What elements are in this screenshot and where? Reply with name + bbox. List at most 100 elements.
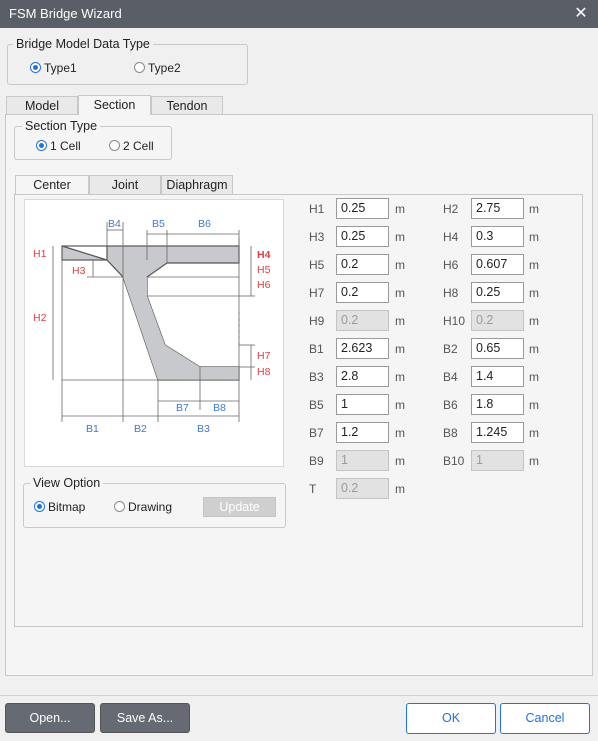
dim-label-h6: H6 bbox=[257, 279, 271, 291]
one-cell-radio[interactable]: 1 Cell bbox=[36, 139, 81, 153]
dim-label-b7: B7 bbox=[176, 402, 189, 414]
param-unit-h4: m bbox=[529, 230, 539, 244]
param-unit-h9: m bbox=[395, 314, 405, 328]
param-input-h9: 0.2 bbox=[336, 310, 389, 331]
param-unit-h7: m bbox=[395, 286, 405, 300]
dim-label-b6: B6 bbox=[198, 218, 211, 230]
param-unit-h5: m bbox=[395, 258, 405, 272]
param-input-b8[interactable]: 1.245 bbox=[471, 422, 524, 443]
tab-section[interactable]: Section bbox=[78, 95, 151, 115]
type1-radio[interactable]: Type1 bbox=[30, 61, 77, 75]
param-unit-b5: m bbox=[395, 398, 405, 412]
subtab-joint-label: Joint bbox=[111, 178, 139, 192]
title-bar: FSM Bridge Wizard ✕ bbox=[0, 0, 598, 28]
type2-label: Type2 bbox=[148, 61, 181, 75]
param-label-h7: H7 bbox=[309, 286, 325, 300]
param-unit-h8: m bbox=[529, 286, 539, 300]
dim-label-b3: B3 bbox=[197, 423, 210, 435]
dim-label-b2: B2 bbox=[134, 423, 147, 435]
param-label-b7: B7 bbox=[309, 426, 324, 440]
save-as-button[interactable]: Save As... bbox=[100, 703, 190, 733]
param-input-b7[interactable]: 1.2 bbox=[336, 422, 389, 443]
param-unit-h10: m bbox=[529, 314, 539, 328]
param-label-t: T bbox=[309, 482, 317, 496]
bitmap-radio[interactable]: Bitmap bbox=[34, 500, 85, 514]
param-label-h2: H2 bbox=[443, 202, 459, 216]
param-input-b1[interactable]: 2.623 bbox=[336, 338, 389, 359]
param-input-h10: 0.2 bbox=[471, 310, 524, 331]
param-input-b3[interactable]: 2.8 bbox=[336, 366, 389, 387]
param-label-b6: B6 bbox=[443, 398, 458, 412]
param-input-h2[interactable]: 2.75 bbox=[471, 198, 524, 219]
radio-selected-icon bbox=[36, 140, 47, 151]
drawing-radio[interactable]: Drawing bbox=[114, 500, 172, 514]
radio-selected-icon bbox=[30, 62, 41, 73]
param-label-h4: H4 bbox=[443, 230, 459, 244]
param-input-h5[interactable]: 0.2 bbox=[336, 254, 389, 275]
two-cell-label: 2 Cell bbox=[123, 139, 154, 153]
cancel-button[interactable]: Cancel bbox=[500, 703, 590, 734]
two-cell-radio[interactable]: 2 Cell bbox=[109, 139, 154, 153]
open-button[interactable]: Open... bbox=[5, 703, 95, 733]
param-input-h1[interactable]: 0.25 bbox=[336, 198, 389, 219]
param-unit-b9: m bbox=[395, 454, 405, 468]
subtab-joint[interactable]: Joint bbox=[89, 175, 161, 194]
param-input-b2[interactable]: 0.65 bbox=[471, 338, 524, 359]
dim-label-b8: B8 bbox=[213, 402, 226, 414]
dim-label-b5: B5 bbox=[152, 218, 165, 230]
param-label-h10: H10 bbox=[443, 314, 466, 328]
dim-label-h2: H2 bbox=[33, 312, 47, 324]
param-unit-b3: m bbox=[395, 370, 405, 384]
one-cell-label: 1 Cell bbox=[50, 139, 81, 153]
param-input-b4[interactable]: 1.4 bbox=[471, 366, 524, 387]
param-unit-h6: m bbox=[529, 258, 539, 272]
param-input-b5[interactable]: 1 bbox=[336, 394, 389, 415]
window-title: FSM Bridge Wizard bbox=[9, 6, 122, 21]
dim-label-b4: B4 bbox=[108, 218, 121, 230]
param-unit-b6: m bbox=[529, 398, 539, 412]
tab-model-label: Model bbox=[24, 99, 60, 113]
tab-model[interactable]: Model bbox=[6, 96, 78, 115]
param-label-h5: H5 bbox=[309, 258, 325, 272]
subtab-center-label: Center bbox=[33, 178, 71, 192]
param-input-b10: 1 bbox=[471, 450, 524, 471]
param-label-b3: B3 bbox=[309, 370, 324, 384]
radio-unselected-icon bbox=[109, 140, 120, 151]
param-input-h4[interactable]: 0.3 bbox=[471, 226, 524, 247]
update-button[interactable]: Update bbox=[203, 497, 276, 517]
param-label-h3: H3 bbox=[309, 230, 325, 244]
type1-label: Type1 bbox=[44, 61, 77, 75]
param-input-b6[interactable]: 1.8 bbox=[471, 394, 524, 415]
param-input-h3[interactable]: 0.25 bbox=[336, 226, 389, 247]
dim-label-b1: B1 bbox=[86, 423, 99, 435]
param-unit-b8: m bbox=[529, 426, 539, 440]
param-input-h6[interactable]: 0.607 bbox=[471, 254, 524, 275]
tab-tendon-label: Tendon bbox=[166, 99, 208, 113]
subtab-diaphragm[interactable]: Diaphragm bbox=[161, 175, 233, 194]
radio-selected-icon bbox=[34, 501, 45, 512]
dim-label-h7: H7 bbox=[257, 350, 271, 362]
param-input-h7[interactable]: 0.2 bbox=[336, 282, 389, 303]
param-unit-h3: m bbox=[395, 230, 405, 244]
param-unit-b7: m bbox=[395, 426, 405, 440]
section-type-legend: Section Type bbox=[22, 119, 101, 133]
param-label-b2: B2 bbox=[443, 342, 458, 356]
bitmap-label: Bitmap bbox=[48, 500, 86, 514]
radio-unselected-icon bbox=[134, 62, 145, 73]
param-input-h8[interactable]: 0.25 bbox=[471, 282, 524, 303]
type2-radio[interactable]: Type2 bbox=[134, 61, 181, 75]
param-label-h8: H8 bbox=[443, 286, 459, 300]
tab-tendon[interactable]: Tendon bbox=[151, 96, 223, 115]
param-label-b10: B10 bbox=[443, 454, 465, 468]
param-label-h6: H6 bbox=[443, 258, 459, 272]
param-label-b5: B5 bbox=[309, 398, 324, 412]
ok-button[interactable]: OK bbox=[406, 703, 496, 734]
param-unit-b1: m bbox=[395, 342, 405, 356]
radio-unselected-icon bbox=[114, 501, 125, 512]
footer-divider bbox=[0, 695, 598, 696]
dim-label-h1: H1 bbox=[33, 248, 47, 260]
subtab-center[interactable]: Center bbox=[15, 175, 89, 195]
close-icon[interactable]: ✕ bbox=[570, 3, 592, 25]
tab-section-label: Section bbox=[93, 98, 136, 112]
param-label-b8: B8 bbox=[443, 426, 458, 440]
